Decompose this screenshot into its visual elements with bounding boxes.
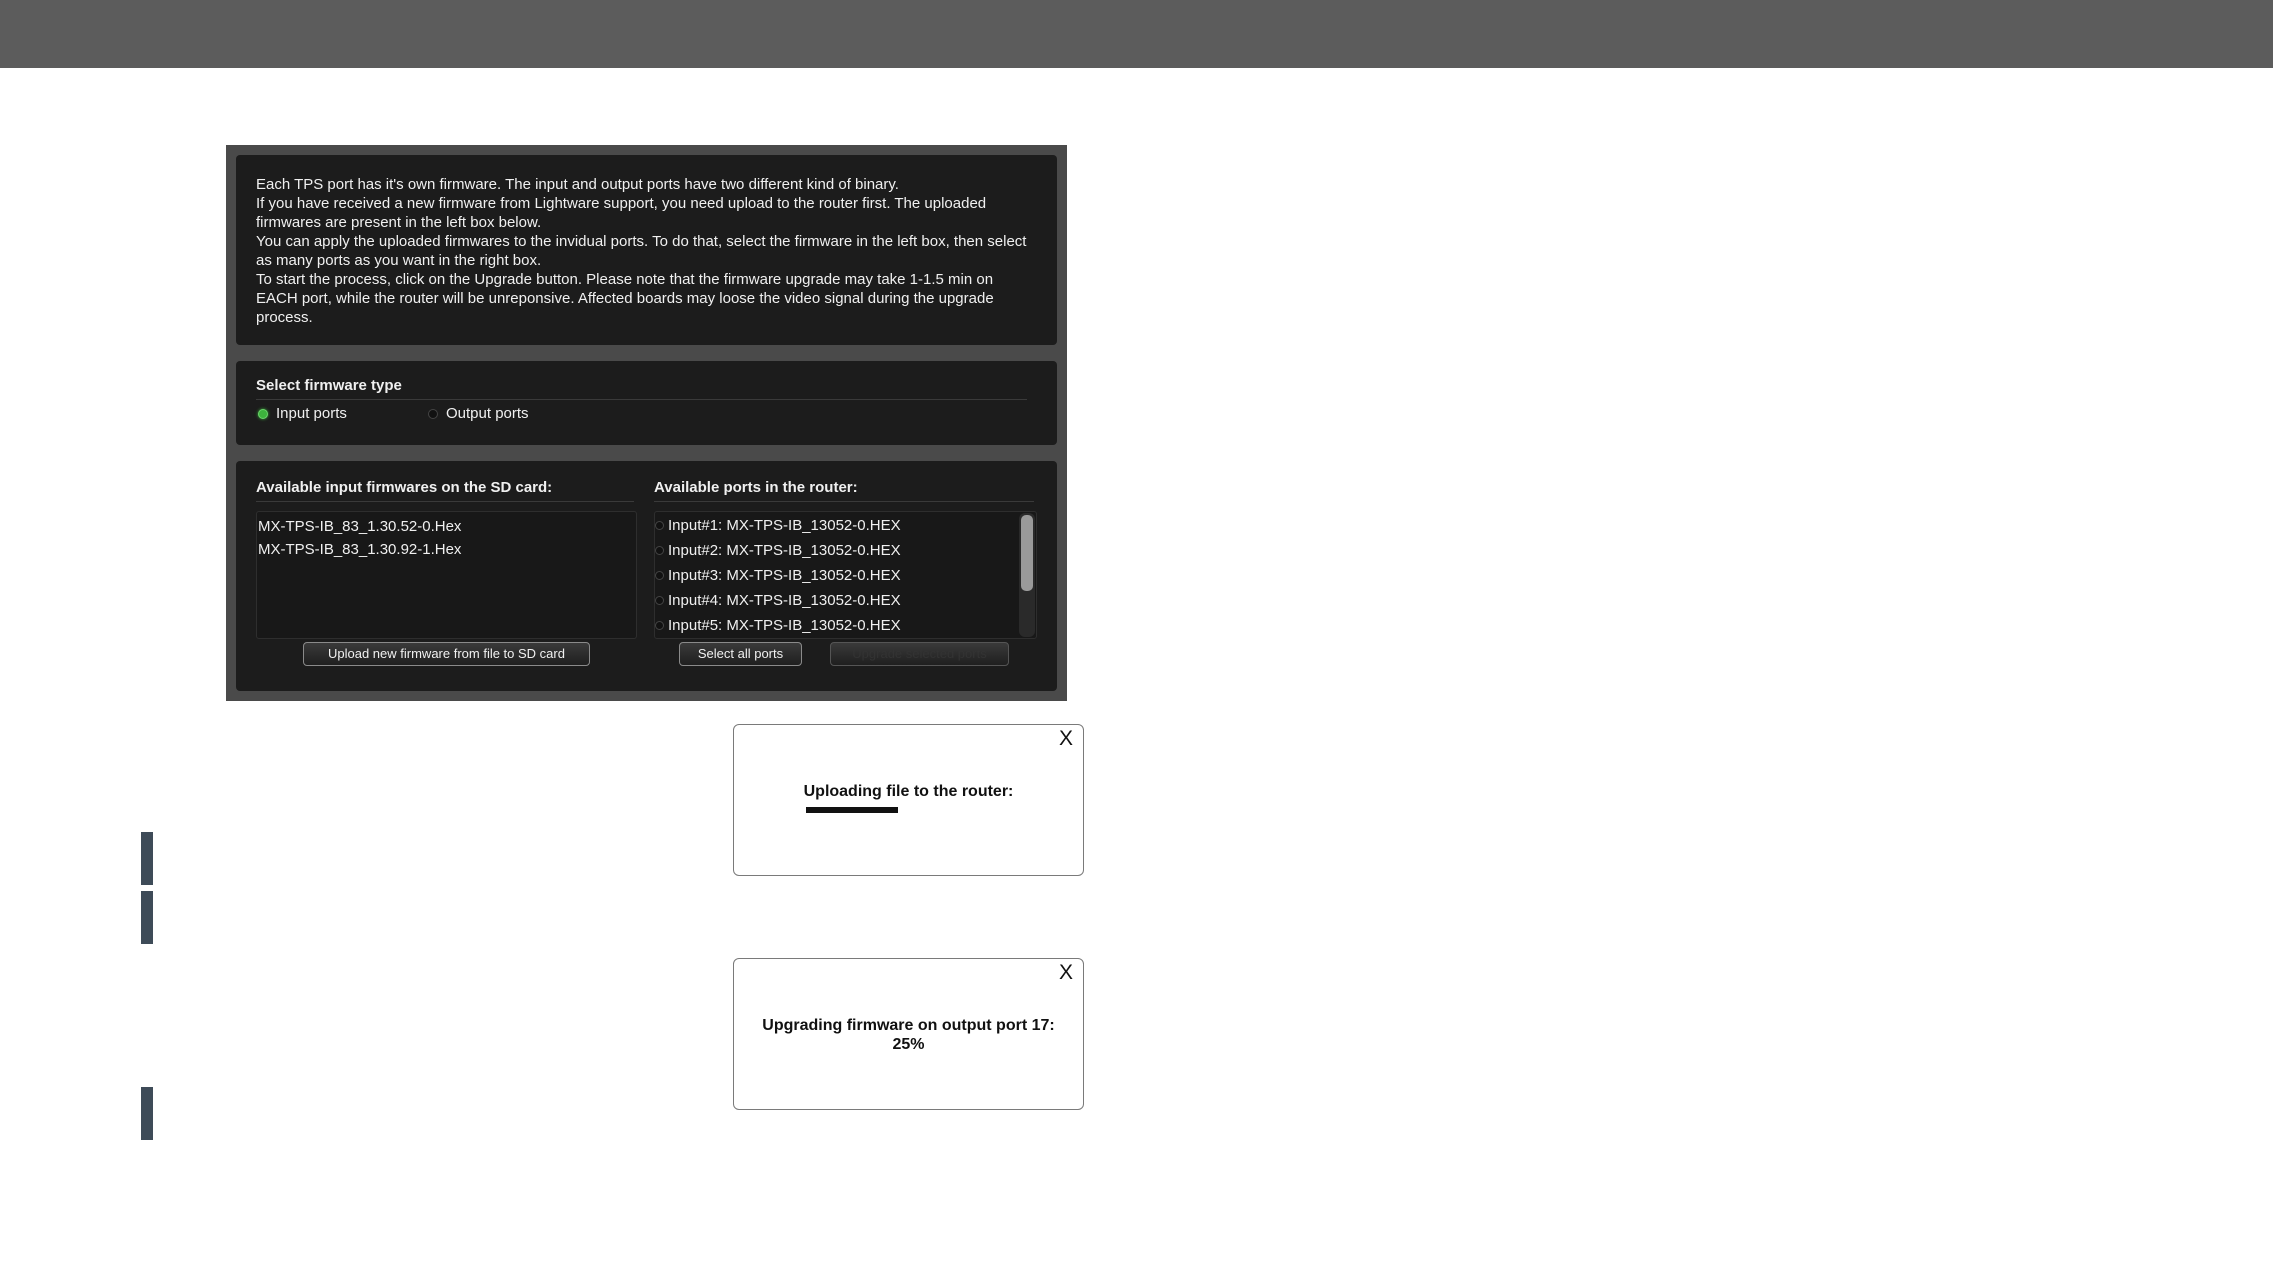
port-list-item[interactable]: Input#1: MX-TPS-IB_13052-0.HEX [655, 513, 1036, 538]
firmware-type-section: Select firmware type Input ports Output … [236, 361, 1057, 445]
divider [256, 501, 634, 502]
upgrade-percent: 25% [892, 1036, 925, 1053]
upload-progress-dialog: X Uploading file to the router: [733, 724, 1084, 876]
side-marker [141, 891, 153, 944]
port-radio-icon[interactable] [655, 621, 664, 630]
port-radio-icon[interactable] [655, 521, 664, 530]
port-label: Input#4: MX-TPS-IB_13052-0.HEX [668, 592, 901, 609]
firmware-selection-section: Available input firmwares on the SD card… [236, 461, 1057, 691]
ports-listbox[interactable]: Input#1: MX-TPS-IB_13052-0.HEX Input#2: … [654, 511, 1037, 639]
scrollbar-thumb[interactable] [1021, 515, 1033, 591]
side-marker [141, 1087, 153, 1140]
upload-firmware-button[interactable]: Upload new firmware from file to SD card [303, 642, 590, 666]
side-marker [141, 832, 153, 885]
radio-output-ports[interactable]: Output ports [428, 405, 529, 422]
port-label: Input#1: MX-TPS-IB_13052-0.HEX [668, 517, 901, 534]
info-line: Each TPS port has it's own firmware. The… [256, 176, 899, 193]
info-line: If you have received a new firmware from… [256, 195, 987, 231]
info-line: You can apply the uploaded firmwares to … [256, 233, 1027, 269]
radio-unselected-icon[interactable] [428, 408, 438, 419]
info-section: Each TPS port has it's own firmware. The… [236, 155, 1057, 345]
radio-selected-icon[interactable] [258, 408, 268, 419]
upgrade-selected-ports-button[interactable]: Upgrade selected ports [830, 642, 1009, 666]
port-radio-icon[interactable] [655, 596, 664, 605]
port-label: Input#5: MX-TPS-IB_13052-0.HEX [668, 617, 901, 634]
divider [256, 399, 1027, 400]
port-label: Input#3: MX-TPS-IB_13052-0.HEX [668, 567, 901, 584]
dialog-message: Upgrading firmware on output port 17: [762, 1017, 1055, 1034]
port-radio-icon[interactable] [655, 546, 664, 555]
divider [654, 501, 1034, 502]
radio-label: Input ports [276, 405, 347, 422]
dialog-message: Uploading file to the router: [803, 783, 1014, 800]
port-list-item[interactable]: Input#4: MX-TPS-IB_13052-0.HEX [655, 588, 1036, 613]
close-icon[interactable]: X [1059, 961, 1073, 985]
ports-scrollbar[interactable] [1019, 513, 1035, 637]
close-icon[interactable]: X [1059, 727, 1073, 751]
firmware-list-item[interactable]: MX-TPS-IB_83_1.30.52-0.Hex [257, 515, 636, 538]
firmware-type-title: Select firmware type [256, 377, 402, 394]
firmware-upgrade-panel: Each TPS port has it's own firmware. The… [226, 145, 1067, 701]
select-all-ports-button[interactable]: Select all ports [679, 642, 802, 666]
info-line: To start the process, click on the Upgra… [256, 271, 994, 326]
upgrade-progress-dialog: X Upgrading firmware on output port 17: … [733, 958, 1084, 1110]
firmwares-title: Available input firmwares on the SD card… [256, 479, 553, 496]
port-list-item[interactable]: Input#3: MX-TPS-IB_13052-0.HEX [655, 563, 1036, 588]
top-bar [0, 0, 2273, 68]
progress-fill [806, 807, 898, 813]
upload-progress-bar [806, 807, 1010, 813]
radio-input-ports[interactable]: Input ports [258, 405, 347, 422]
port-list-item[interactable]: Input#5: MX-TPS-IB_13052-0.HEX [655, 613, 1036, 638]
firmware-listbox[interactable]: MX-TPS-IB_83_1.30.52-0.Hex MX-TPS-IB_83_… [256, 511, 637, 639]
port-label: Input#2: MX-TPS-IB_13052-0.HEX [668, 542, 901, 559]
port-radio-icon[interactable] [655, 571, 664, 580]
firmware-list-item[interactable]: MX-TPS-IB_83_1.30.92-1.Hex [257, 538, 636, 561]
radio-label: Output ports [446, 405, 529, 422]
ports-title: Available ports in the router: [654, 479, 858, 496]
port-list-item[interactable]: Input#2: MX-TPS-IB_13052-0.HEX [655, 538, 1036, 563]
